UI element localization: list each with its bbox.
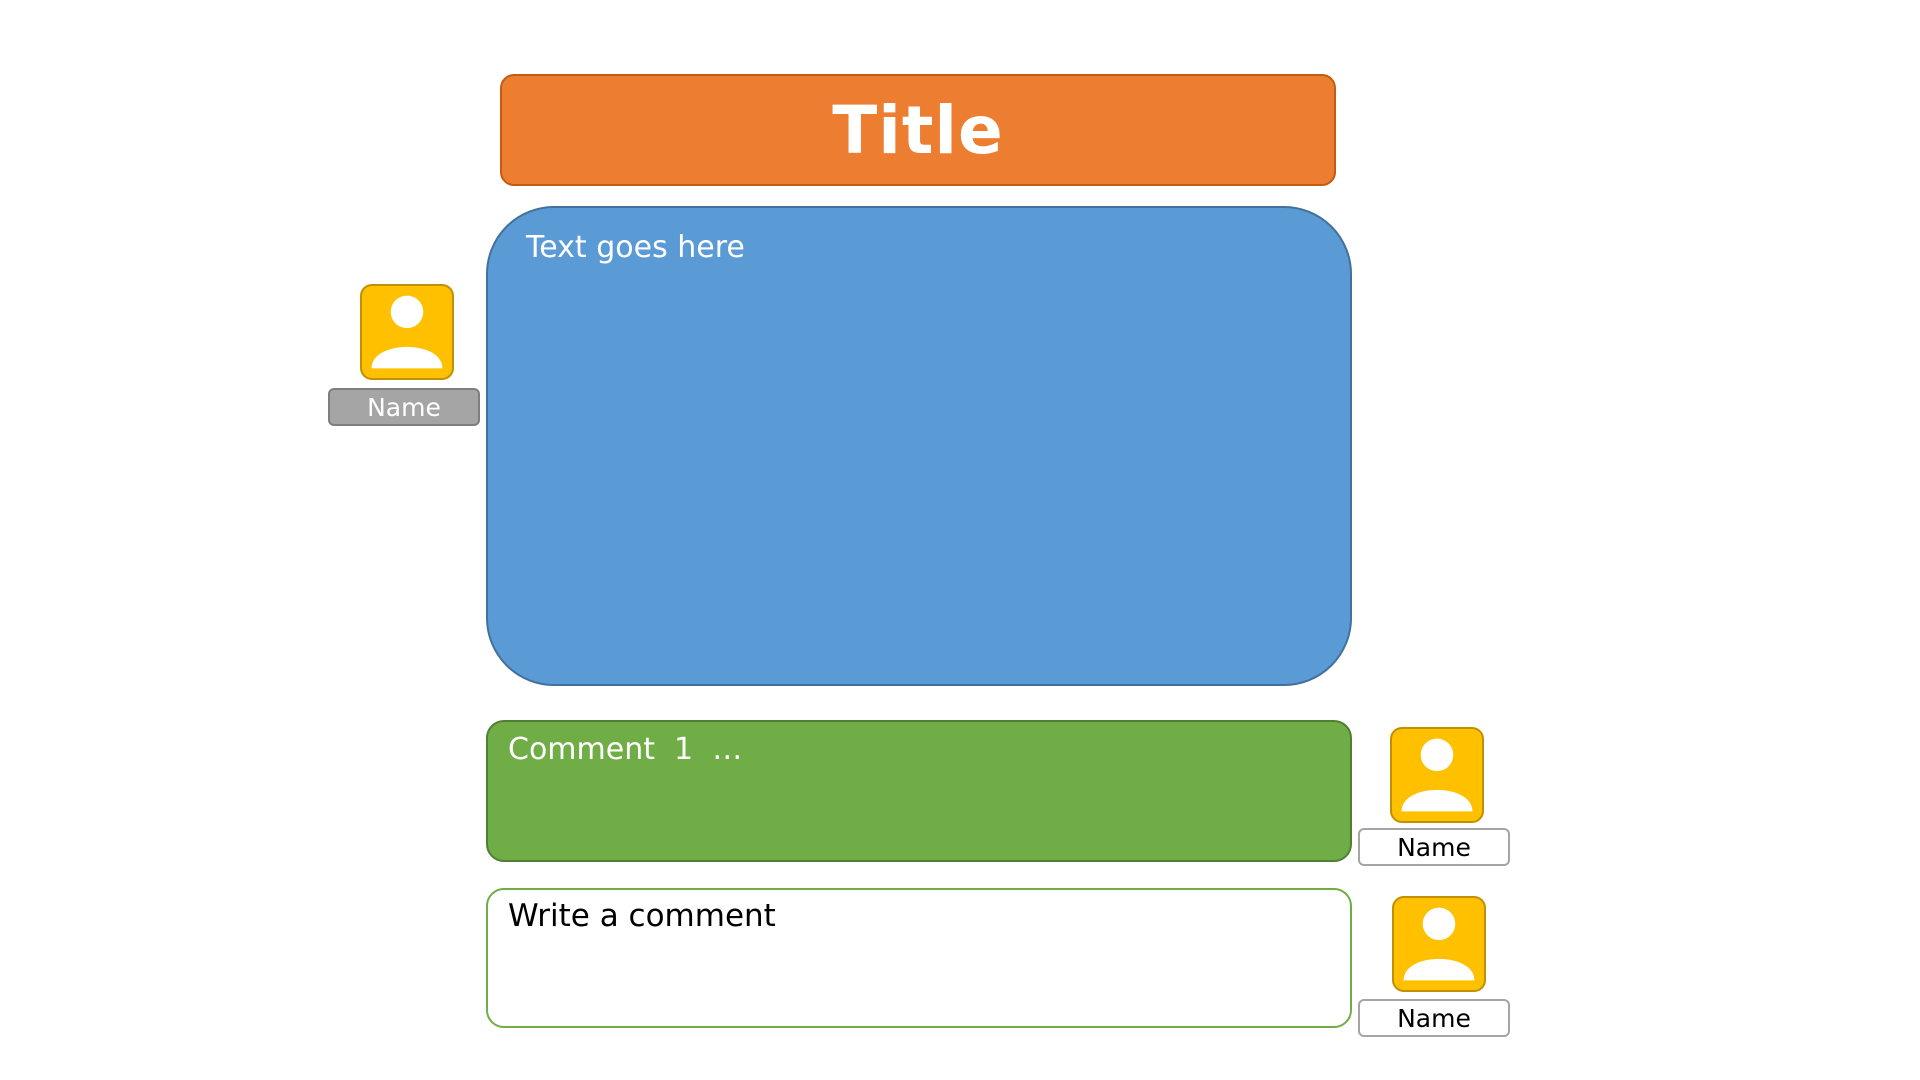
composer-author-name: Name: [1358, 999, 1510, 1037]
title-bar: Title: [500, 74, 1336, 186]
user-icon: [1401, 738, 1473, 812]
comment-input-placeholder: Write a comment: [508, 898, 776, 934]
user-icon: [1403, 907, 1475, 981]
post-body-text: Text goes here: [526, 230, 745, 265]
comment-input[interactable]: Write a comment: [486, 888, 1352, 1028]
comment-item: Comment 1 …: [486, 720, 1352, 862]
comment-text: Comment 1 …: [508, 732, 743, 767]
post-author-avatar[interactable]: [360, 284, 454, 380]
post-author-name: Name: [328, 388, 480, 426]
user-icon: [371, 295, 443, 369]
comment-author-name: Name: [1358, 828, 1510, 866]
post-body: Text goes here: [486, 206, 1352, 686]
composer-avatar[interactable]: [1392, 896, 1486, 992]
page-title: Title: [832, 91, 1004, 169]
comment-author-avatar[interactable]: [1390, 727, 1484, 823]
forum-mockup: Title Name Text goes here Comment 1 … Na…: [0, 0, 1920, 1080]
